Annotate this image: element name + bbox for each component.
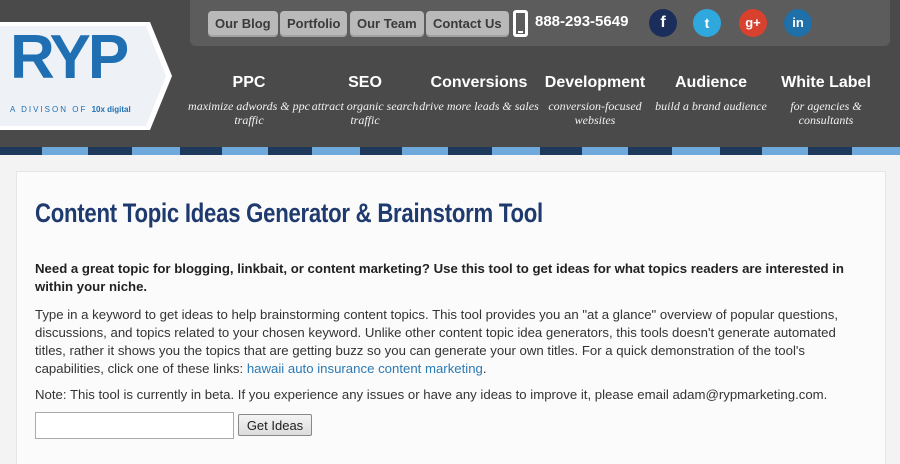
page-title: Content Topic Ideas Generator & Brainsto… (35, 198, 543, 228)
stripe-segment (852, 147, 900, 155)
stripe-segment (628, 147, 672, 155)
logo[interactable]: RYP A DIVISON OF 10x digital (0, 22, 172, 130)
google-plus-icon[interactable]: g+ (739, 9, 767, 37)
stripe-segment (42, 147, 88, 155)
stripe-segment (180, 147, 222, 155)
beta-note: Note: This tool is currently in beta. If… (35, 387, 828, 402)
stripe-segment (0, 147, 42, 155)
facebook-icon[interactable]: f (649, 9, 677, 37)
contact-us-link[interactable]: Contact Us (426, 11, 509, 37)
nav-subtitle: drive more leads & sales (419, 99, 539, 113)
stripe-segment (720, 147, 762, 155)
nav-item-conversions[interactable]: Conversions drive more leads & sales (418, 74, 540, 113)
portfolio-link[interactable]: Portfolio (280, 11, 348, 37)
stripe-segment (582, 147, 628, 155)
logo-text: RYP (10, 23, 129, 92)
site-header: RYP A DIVISON OF 10x digital Our Blog Po… (0, 0, 900, 147)
nav-subtitle: build a brand audience (655, 99, 767, 113)
stripe-segment (402, 147, 448, 155)
stripe-segment (672, 147, 720, 155)
nav-title: White Label (781, 74, 871, 91)
demo-link[interactable]: hawaii auto insurance content marketing (247, 361, 483, 376)
content-card: Content Topic Ideas Generator & Brainsto… (16, 171, 886, 464)
facebook-glyph: f (660, 14, 666, 31)
stripe-segment (222, 147, 268, 155)
our-blog-link[interactable]: Our Blog (208, 11, 278, 37)
nav-title: Development (544, 74, 646, 91)
get-ideas-button[interactable]: Get Ideas (238, 414, 312, 436)
stripe-segment (808, 147, 852, 155)
header-stripe (0, 147, 900, 155)
our-team-link[interactable]: Our Team (350, 11, 424, 37)
nav-item-development[interactable]: Development conversion-focused websites (534, 74, 656, 127)
description-end: . (482, 361, 487, 376)
google-plus-glyph: g+ (745, 15, 761, 30)
nav-item-seo[interactable]: SEO attract organic search traffic (304, 74, 426, 127)
keyword-input[interactable] (35, 412, 234, 439)
nav-subtitle: conversion-focused websites (548, 99, 642, 127)
stripe-segment (540, 147, 582, 155)
stripe-segment (88, 147, 132, 155)
nav-title: Audience (674, 74, 747, 91)
nav-item-white-label[interactable]: White Label for agencies & consultants (765, 74, 887, 127)
twitter-icon[interactable]: t (693, 9, 721, 37)
phone-number[interactable]: 888-293-5649 (535, 13, 628, 30)
phone-icon (513, 10, 528, 37)
description-text: Type in a keyword to get ideas to help b… (35, 306, 867, 378)
nav-item-audience[interactable]: Audience build a brand audience (650, 74, 772, 113)
nav-title: PPC (232, 74, 266, 91)
logo-subtitle-brand: 10x digital (91, 105, 131, 114)
nav-title: Conversions (430, 74, 528, 91)
nav-subtitle: maximize adwords & ppc traffic (188, 99, 310, 127)
nav-title: SEO (348, 74, 382, 91)
stripe-segment (132, 147, 180, 155)
stripe-segment (448, 147, 492, 155)
nav-item-ppc[interactable]: PPC maximize adwords & ppc traffic (188, 74, 310, 127)
linkedin-glyph: in (792, 15, 804, 30)
stripe-segment (312, 147, 360, 155)
stripe-segment (492, 147, 540, 155)
top-bar: Our Blog Portfolio Our Team Contact Us 8… (190, 0, 890, 46)
twitter-glyph: t (704, 15, 710, 31)
logo-subtitle-prefix: A DIVISON OF (10, 105, 88, 114)
stripe-segment (762, 147, 808, 155)
stripe-segment (268, 147, 312, 155)
logo-subtitle: A DIVISON OF 10x digital (10, 105, 131, 114)
intro-text: Need a great topic for blogging, linkbai… (35, 261, 844, 294)
stripe-segment (360, 147, 402, 155)
nav-subtitle: attract organic search traffic (311, 99, 419, 127)
linkedin-icon[interactable]: in (784, 9, 812, 37)
nav-subtitle: for agencies & consultants (790, 99, 862, 127)
